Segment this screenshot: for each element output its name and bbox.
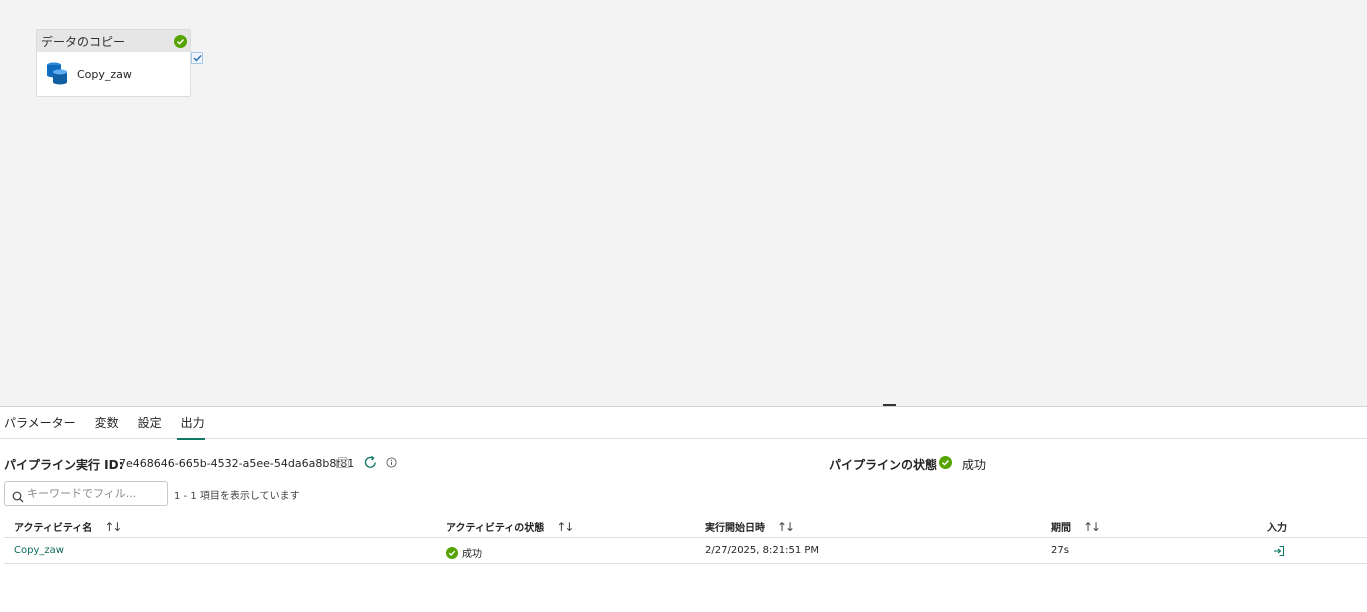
activity-status-cell: 成功 — [446, 545, 482, 560]
pipeline-status-value: 成功 — [962, 458, 987, 472]
activity-type-label: データのコピー — [41, 34, 126, 49]
column-header-label: 実行開始日時 — [705, 523, 765, 534]
column-header-activity-status[interactable]: アクティビティの状態 ↑↓ — [446, 519, 574, 535]
duration-cell: 27s — [1051, 545, 1069, 556]
run-info-row: パイプライン実行 ID: 7e468646-665b-4532-a5ee-54d… — [0, 452, 1367, 474]
sort-icon[interactable]: ↑↓ — [1083, 520, 1101, 534]
filter-row: 1 - 1 項目を表示しています — [0, 481, 1367, 507]
pipeline-canvas[interactable]: データのコピー Copy_zaw — [0, 0, 1367, 402]
panel-splitter[interactable] — [0, 402, 1367, 407]
column-header-activity-name[interactable]: アクティビティ名 ↑↓ — [14, 519, 122, 535]
refresh-icon[interactable] — [363, 455, 378, 473]
activity-name: Copy_zaw — [77, 67, 132, 81]
activity-runs-table: アクティビティ名 ↑↓ アクティビティの状態 ↑↓ 実行開始日時 ↑↓ 期間 ↑… — [4, 512, 1367, 564]
table-header-row: アクティビティ名 ↑↓ アクティビティの状態 ↑↓ 実行開始日時 ↑↓ 期間 ↑… — [4, 512, 1367, 538]
run-id-value: 7e468646-665b-4532-a5ee-54da6a8b8f81 — [119, 457, 355, 470]
input-cell — [1273, 545, 1285, 557]
column-header-start-time[interactable]: 実行開始日時 ↑↓ — [705, 519, 795, 535]
search-icon — [12, 488, 24, 507]
success-check-icon — [174, 35, 187, 51]
copy-icon[interactable] — [336, 457, 349, 471]
panel-tabs: パラメーター 変数 設定 出力 — [0, 408, 1367, 440]
filter-box[interactable] — [4, 481, 168, 506]
activity-card-header: データのコピー — [37, 30, 190, 52]
activity-card-body: Copy_zaw — [37, 52, 190, 96]
info-icon[interactable] — [386, 457, 397, 471]
activity-name-cell: Copy_zaw — [14, 545, 64, 556]
pipeline-status-label: パイプラインの状態 — [829, 458, 938, 472]
sort-icon[interactable]: ↑↓ — [104, 520, 122, 534]
column-header-label: 入力 — [1267, 523, 1287, 534]
splitter-handle[interactable] — [883, 404, 896, 406]
success-check-icon — [446, 546, 458, 559]
column-header-label: 期間 — [1051, 523, 1071, 534]
table-row[interactable]: Copy_zaw 成功 2/27/2025, 8:21:51 PM 27s — [4, 538, 1367, 564]
activity-status-text: 成功 — [462, 549, 482, 560]
sort-icon[interactable]: ↑↓ — [556, 520, 574, 534]
success-check-icon — [939, 456, 952, 472]
column-header-input: 入力 — [1267, 519, 1287, 534]
tab-output[interactable]: 出力 — [176, 408, 205, 440]
column-header-duration[interactable]: 期間 ↑↓ — [1051, 519, 1101, 535]
column-header-label: アクティビティ名 — [14, 523, 93, 534]
column-header-label: アクティビティの状態 — [446, 523, 545, 534]
activity-name-link[interactable]: Copy_zaw — [14, 545, 64, 556]
sort-icon[interactable]: ↑↓ — [777, 520, 795, 534]
start-time-cell: 2/27/2025, 8:21:51 PM — [705, 545, 820, 556]
copy-data-icon — [46, 61, 68, 88]
keyword-filter-input[interactable] — [27, 484, 165, 503]
activity-select-checkbox[interactable] — [191, 52, 203, 64]
run-id-label: パイプライン実行 ID: — [4, 458, 124, 472]
tab-parameters[interactable]: パラメーター — [0, 408, 76, 439]
tab-settings[interactable]: 設定 — [134, 408, 162, 439]
input-icon[interactable] — [1273, 545, 1285, 557]
item-count-text: 1 - 1 項目を表示しています — [174, 491, 300, 502]
copy-activity-card[interactable]: データのコピー Copy_zaw — [36, 29, 191, 97]
tab-variables[interactable]: 変数 — [91, 408, 119, 439]
